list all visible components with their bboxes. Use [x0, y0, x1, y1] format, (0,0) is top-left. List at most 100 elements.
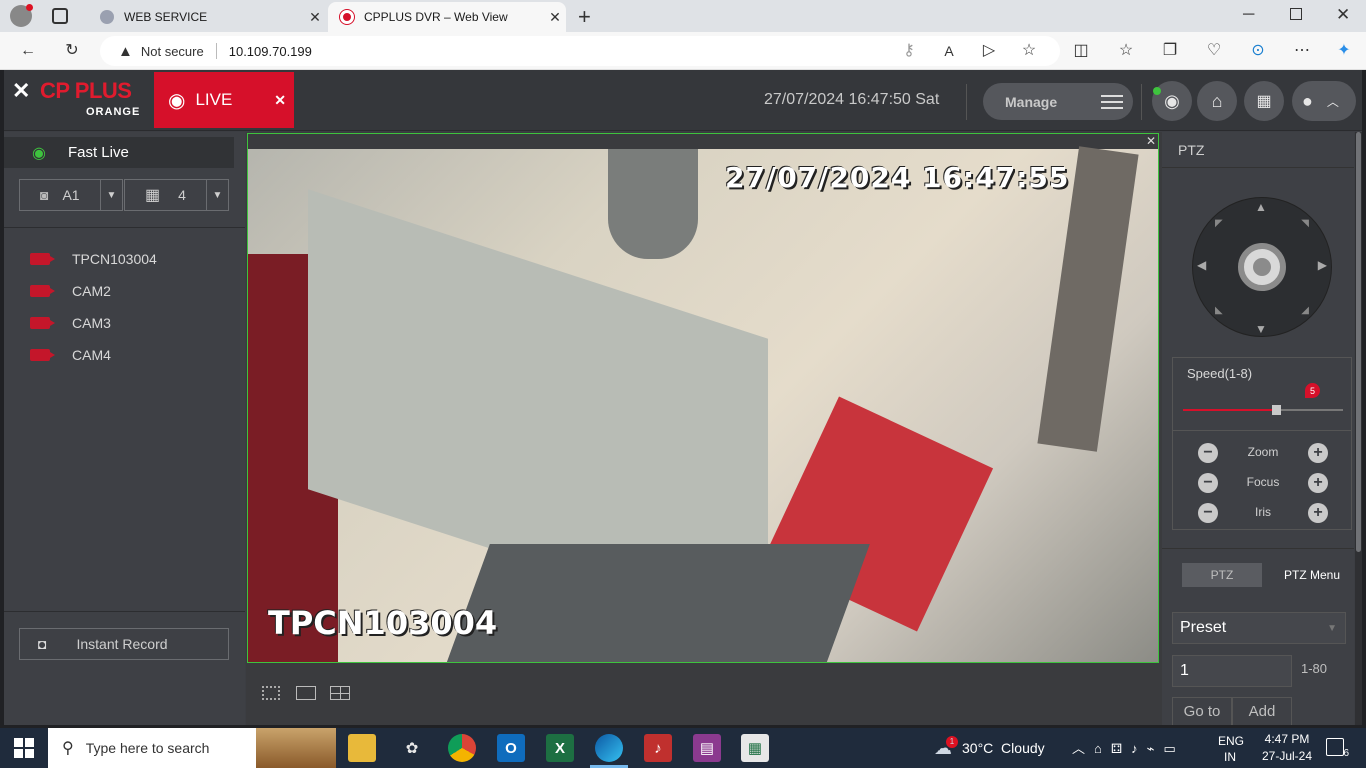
tab-web-service[interactable]: WEB SERVICE ✕: [88, 2, 326, 32]
add-preset-button[interactable]: Add: [1232, 697, 1292, 725]
winrar-icon[interactable]: ▤: [693, 734, 721, 762]
collections-icon[interactable]: ❐: [1158, 40, 1182, 62]
qr-code-button[interactable]: ▦: [1244, 81, 1284, 121]
panel-scrollbar[interactable]: [1355, 132, 1362, 725]
camera-name: CAM3: [72, 315, 111, 331]
speed-thumb[interactable]: [1271, 405, 1281, 415]
preset-select[interactable]: Preset ▼: [1172, 612, 1346, 644]
tally-app-icon[interactable]: ♪: [644, 734, 672, 762]
file-explorer-icon[interactable]: [348, 734, 376, 762]
generic-app-icon[interactable]: ▦: [741, 734, 769, 762]
single-view-icon[interactable]: [296, 686, 316, 700]
preset-number-input[interactable]: 1: [1172, 655, 1292, 687]
edge-icon[interactable]: [595, 734, 623, 762]
back-icon[interactable]: ←: [16, 40, 40, 62]
windows-start-button[interactable]: [14, 738, 34, 758]
key-icon[interactable]: ⚷: [897, 40, 921, 62]
ptz-up-right-icon[interactable]: ◥: [1301, 218, 1309, 229]
ptz-down-right-icon[interactable]: ◢: [1301, 305, 1309, 316]
refresh-icon[interactable]: ↻: [60, 40, 84, 62]
ptz-panel-divider: [1162, 167, 1354, 168]
minimize-window-button[interactable]: ─: [1243, 6, 1254, 24]
clock[interactable]: 4:47 PM 27-Jul-24: [1256, 731, 1318, 765]
speed-slider[interactable]: [1183, 405, 1343, 415]
ptz-center-icon[interactable]: [1238, 243, 1286, 291]
fullscreen-icon[interactable]: [262, 686, 280, 700]
close-video-icon[interactable]: ✕: [1146, 134, 1156, 148]
ptz-direction-pad[interactable]: ▲ ▼ ◀ ▶ ◤ ◥ ◣ ◢: [1192, 197, 1332, 337]
split-screen-icon[interactable]: ◫: [1069, 40, 1093, 62]
paint-app-icon[interactable]: ✿: [398, 734, 426, 762]
weather-widget[interactable]: ☁ 1 30°C Cloudy: [934, 734, 1045, 762]
tab-ptz-menu-label: PTZ Menu: [1283, 568, 1340, 582]
goto-button[interactable]: Go to: [1172, 697, 1232, 725]
camera-item-cam2[interactable]: CAM2: [30, 281, 111, 301]
ptz-up-icon[interactable]: ▲: [1255, 200, 1267, 214]
tab-actions-icon[interactable]: [52, 8, 68, 24]
manage-button[interactable]: Manage: [983, 83, 1133, 120]
excel-icon[interactable]: X: [546, 734, 574, 762]
ptz-up-left-icon[interactable]: ◤: [1215, 218, 1223, 229]
user-menu-button[interactable]: ● ︿: [1292, 81, 1356, 121]
live-tab[interactable]: ◉ LIVE ✕: [154, 72, 294, 128]
favorite-star-icon[interactable]: ☆: [1017, 40, 1041, 62]
copilot-icon[interactable]: ✦: [1332, 40, 1356, 62]
instant-record-label: Instant Record: [76, 636, 168, 652]
clock-time: 4:47 PM: [1264, 732, 1310, 746]
quad-view-icon[interactable]: [330, 686, 350, 700]
more-menu-icon[interactable]: ⋯: [1290, 40, 1314, 62]
cpplus-favicon-icon: [339, 9, 355, 25]
camera-item-cam4[interactable]: CAM4: [30, 345, 111, 365]
read-aloud-icon[interactable]: A: [937, 40, 961, 62]
restore-window-button[interactable]: [1290, 8, 1302, 20]
camera-item-tpcn103004[interactable]: TPCN103004: [30, 249, 157, 269]
ptz-down-left-icon[interactable]: ◣: [1215, 305, 1223, 316]
ptz-right-icon[interactable]: ▶: [1318, 258, 1327, 272]
favorites-icon[interactable]: ☆: [1114, 40, 1138, 62]
new-tab-button[interactable]: +: [578, 4, 591, 30]
edge-extension-icon[interactable]: ⊙: [1246, 40, 1270, 62]
tab-title: CPPLUS DVR – Web View: [364, 10, 508, 24]
browser-essentials-icon[interactable]: ♡: [1202, 40, 1226, 62]
live-label: LIVE: [195, 90, 233, 109]
close-tab-icon[interactable]: ✕: [544, 9, 566, 26]
layout-select[interactable]: ▦ 4 ▼: [124, 179, 229, 211]
taskbar-search-box[interactable]: ⚲ Type here to search: [48, 728, 336, 768]
camera-item-cam3[interactable]: CAM3: [30, 313, 111, 333]
close-window-button[interactable]: ✕: [1336, 5, 1350, 25]
speed-box-divider: [1173, 430, 1351, 431]
focus-minus-button[interactable]: −: [1198, 473, 1218, 493]
tab-ptz-menu[interactable]: PTZ Menu: [1270, 563, 1354, 587]
immersive-reader-icon[interactable]: ▷: [977, 40, 1001, 62]
tray-icons[interactable]: ︿⌂⚃♪⌁▭: [1072, 738, 1185, 757]
chevron-up-icon: ︿: [1326, 94, 1339, 109]
lang-top: ENG: [1218, 734, 1245, 748]
chevron-down-icon: ▼: [1327, 622, 1337, 634]
goto-label: Go to: [1183, 703, 1221, 720]
tab-cpplus-dvr[interactable]: CPPLUS DVR – Web View ✕: [328, 2, 566, 32]
video-pane[interactable]: ✕ 27/07/2024 16:47:55 TPCN103004: [247, 133, 1159, 663]
ptz-down-icon[interactable]: ▼: [1255, 322, 1267, 336]
instant-record-button[interactable]: ◘ Instant Record: [19, 628, 229, 660]
chrome-icon[interactable]: [448, 734, 476, 762]
iris-minus-button[interactable]: −: [1198, 503, 1218, 523]
stream-select[interactable]: ◙ A1 ▼: [19, 179, 123, 211]
outlook-icon[interactable]: O: [497, 734, 525, 762]
browser-tab-strip: WEB SERVICE ✕ CPPLUS DVR – Web View ✕ + …: [0, 0, 1366, 32]
zoom-in-button[interactable]: +: [1308, 443, 1328, 463]
tab-ptz[interactable]: PTZ: [1182, 563, 1262, 587]
clock-date: 27-Jul-24: [1261, 749, 1313, 763]
focus-plus-button[interactable]: +: [1308, 473, 1328, 493]
zoom-out-button[interactable]: −: [1198, 443, 1218, 463]
home-button[interactable]: ⌂: [1197, 81, 1237, 121]
fast-live-item[interactable]: ◉ Fast Live: [4, 137, 234, 168]
tab-title: WEB SERVICE: [124, 10, 208, 24]
notification-center-icon[interactable]: 6: [1326, 738, 1349, 759]
profile-icon[interactable]: [10, 4, 33, 27]
language-indicator[interactable]: ENG IN: [1218, 733, 1245, 765]
ptz-left-icon[interactable]: ◀: [1197, 258, 1206, 272]
iris-plus-button[interactable]: +: [1308, 503, 1328, 523]
close-tab-icon[interactable]: ✕: [304, 9, 326, 26]
close-live-icon[interactable]: ✕: [274, 92, 286, 109]
grid-layout-icon: ▦: [145, 187, 161, 204]
